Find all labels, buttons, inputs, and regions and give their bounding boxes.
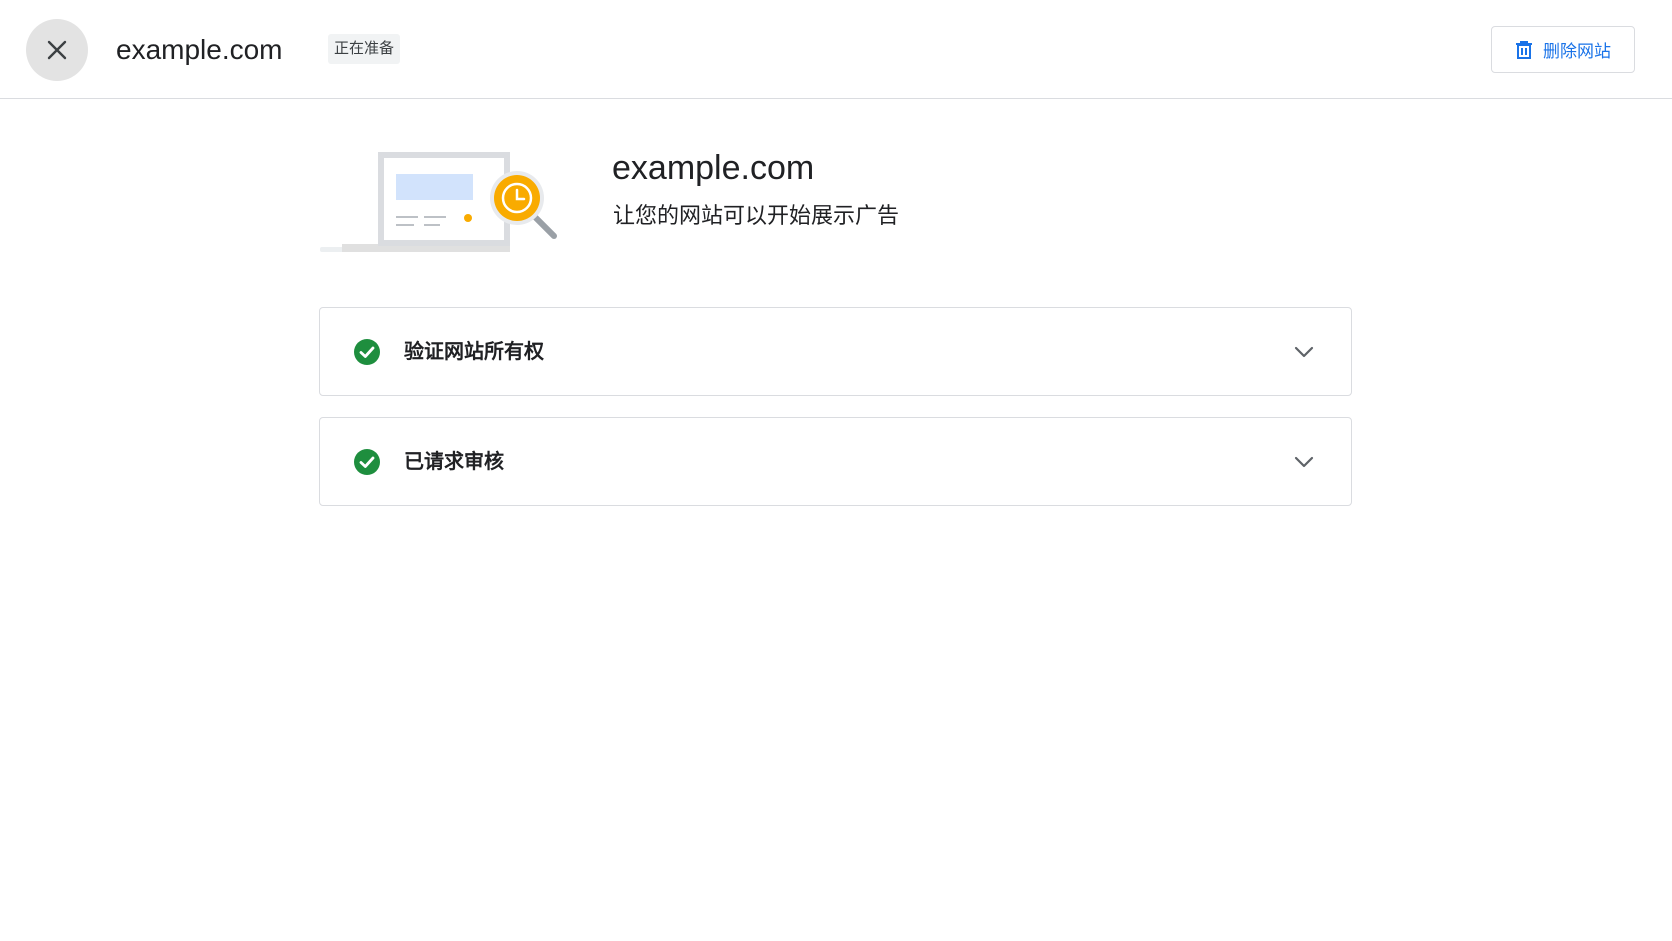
- site-name: example.com: [116, 34, 283, 65]
- laptop-search-illustration: [320, 152, 557, 252]
- step-label: 验证网站所有权: [404, 341, 544, 363]
- delete-site-label: 删除网站: [1543, 42, 1611, 61]
- delete-site-button[interactable]: 删除网站: [1491, 26, 1635, 73]
- close-icon: [47, 40, 67, 60]
- check-circle-icon: [354, 449, 380, 475]
- check-circle-icon: [354, 339, 380, 365]
- close-button[interactable]: [26, 19, 88, 81]
- step-label: 已请求审核: [404, 451, 504, 473]
- chevron-down-icon[interactable]: [1292, 340, 1316, 364]
- top-bar: example.com 正在准备 删除网站: [0, 0, 1672, 99]
- step-review-requested[interactable]: 已请求审核: [319, 417, 1352, 506]
- step-verify-ownership[interactable]: 验证网站所有权: [319, 307, 1352, 396]
- status-badge: 正在准备: [328, 34, 401, 64]
- hero-subtitle: 让您的网站可以开始展示广告: [613, 203, 900, 228]
- trash-icon: [1516, 40, 1532, 59]
- hero-title: example.com: [612, 149, 815, 187]
- chevron-down-icon[interactable]: [1292, 450, 1316, 474]
